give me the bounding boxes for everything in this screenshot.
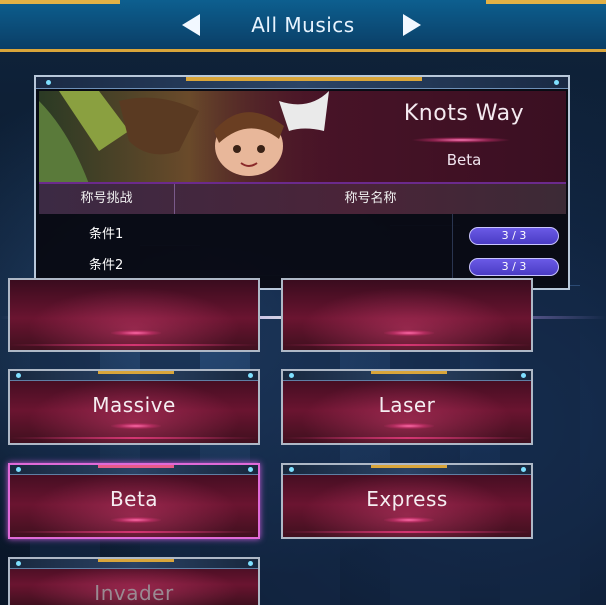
- category-title: All Musics: [251, 13, 355, 37]
- difficulty-label: Beta: [109, 487, 159, 511]
- difficulty-label: Massive: [92, 393, 176, 417]
- difficulty-card-express[interactable]: Express: [281, 463, 533, 539]
- song-title: Knots Way: [403, 101, 525, 126]
- difficulty-card-laser[interactable]: Laser: [281, 369, 533, 445]
- difficulty-card-invader[interactable]: Invader: [8, 557, 260, 605]
- difficulty-card-partial-right[interactable]: [281, 278, 533, 352]
- progress-badge: 3 / 3: [469, 227, 559, 245]
- progress-badge: 3 / 3: [469, 258, 559, 276]
- top-header-bar: All Musics: [0, 0, 606, 52]
- difficulty-label: Express: [366, 487, 448, 511]
- character-illustration: [39, 91, 339, 182]
- condition-label: 条件1: [89, 227, 124, 242]
- difficulty-label: Invader: [94, 581, 174, 605]
- challenge-table-header: 称号挑战 称号名称: [39, 184, 566, 214]
- difficulty-card-beta[interactable]: Beta: [8, 463, 260, 539]
- difficulty-card-partial-left[interactable]: [8, 278, 260, 352]
- column-header-title-name: 称号名称: [344, 191, 397, 206]
- song-info-panel: Knots Way Beta 称号挑战 称号名称 条件1 3 / 3 条件2 3…: [34, 75, 570, 290]
- song-banner: Knots Way Beta: [39, 91, 566, 184]
- song-difficulty: Beta: [446, 151, 482, 169]
- difficulty-label: Laser: [378, 393, 436, 417]
- difficulty-card-massive[interactable]: Massive: [8, 369, 260, 445]
- column-header-challenge: 称号挑战: [39, 184, 175, 214]
- challenge-row: 条件1 3 / 3: [39, 219, 566, 251]
- arrow-left-icon[interactable]: [182, 14, 200, 36]
- arrow-right-icon[interactable]: [403, 14, 421, 36]
